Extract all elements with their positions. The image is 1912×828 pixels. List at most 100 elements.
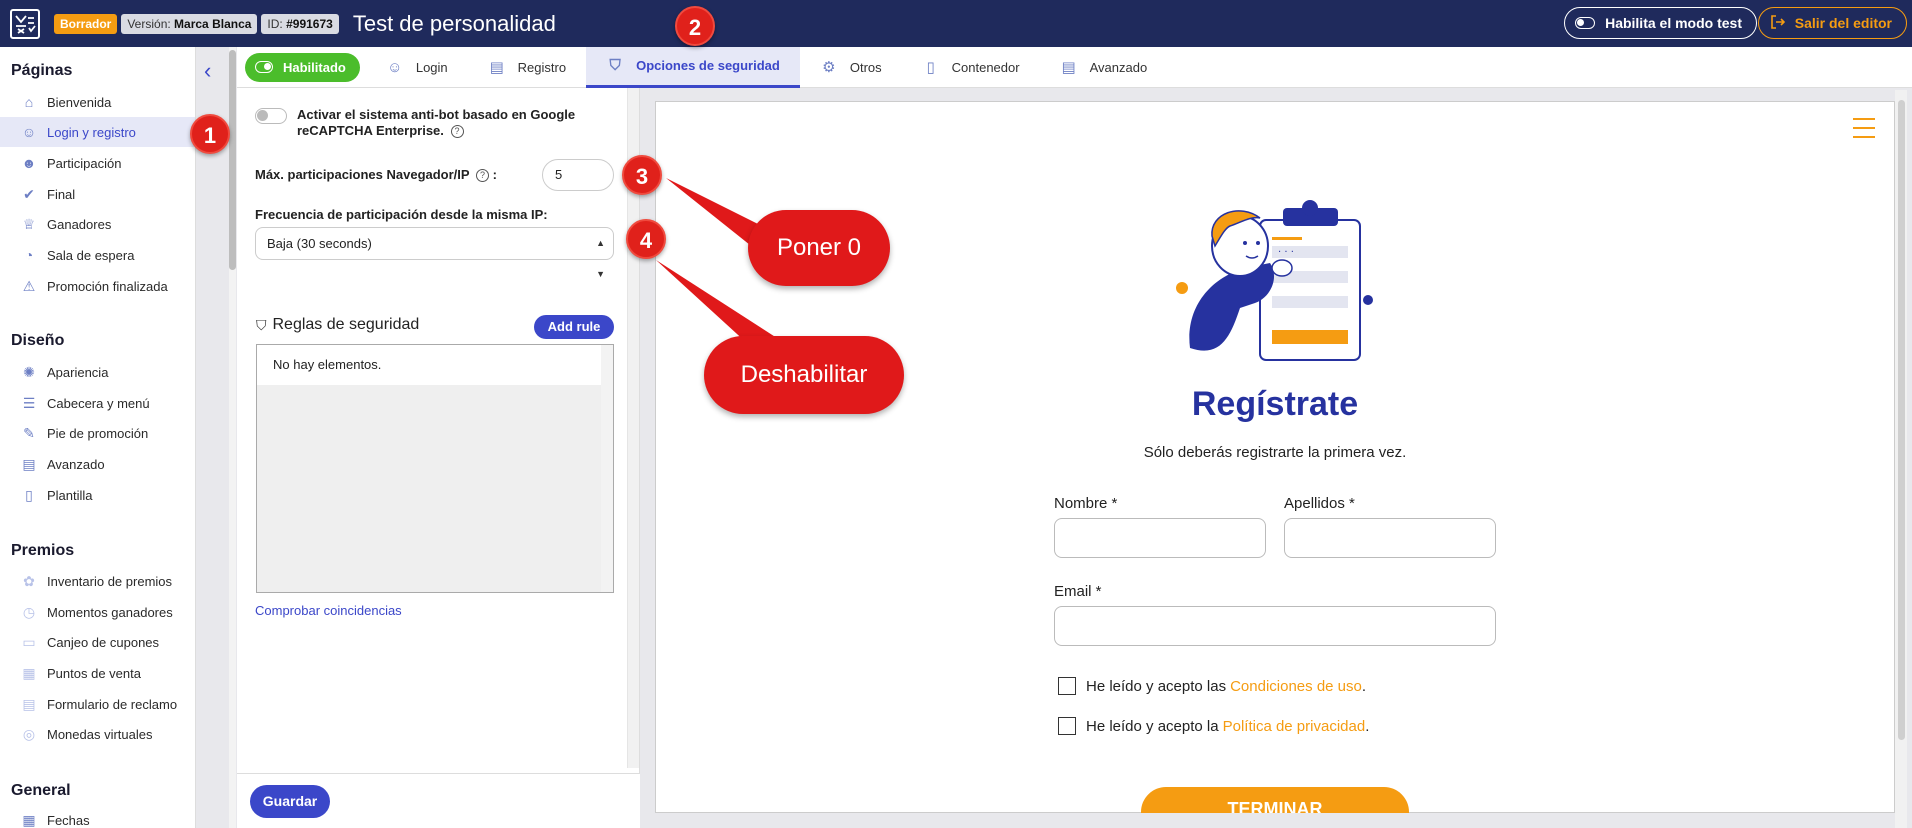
antibot-toggle[interactable] [255, 108, 287, 124]
sidebar-item-label: Canjeo de cupones [47, 634, 160, 650]
participation-icon: ☻ [21, 155, 37, 171]
exit-editor-button[interactable]: Salir del editor [1757, 7, 1907, 39]
sidebar-item-participacion[interactable]: ☻ Participación [0, 148, 195, 178]
exit-icon [1770, 14, 1785, 32]
tab-opciones-seguridad[interactable]: ⛉ Opciones de seguridad [586, 46, 800, 88]
sidebar-item-ganadores[interactable]: ♕ Ganadores [0, 209, 195, 239]
sidebar-item-formulario[interactable]: ▤ Formulario de reclamo [0, 689, 195, 719]
sidebar-section-title: Premios [11, 542, 75, 559]
id-value: #991673 [286, 16, 333, 31]
surname-label: Apellidos * [1284, 495, 1355, 512]
version-badge: Versión: Marca Blanca [121, 13, 258, 34]
sidebar-item-sala-espera[interactable]: ◔ Sala de espera [0, 240, 195, 270]
test-mode-button[interactable]: Habilita el modo test [1564, 7, 1757, 39]
sidebar-item-momentos[interactable]: ◷ Momentos ganadores [0, 597, 195, 627]
sidebar-item-label: Cabecera y menú [47, 395, 150, 411]
sidebar-item-label: Momentos ganadores [47, 604, 173, 620]
tab-otros[interactable]: ⚙ Otros [800, 47, 902, 88]
sidebar-item-final[interactable]: ✔ Final [0, 179, 195, 209]
terms-checkbox[interactable] [1058, 677, 1076, 695]
antibot-label-line2: reCAPTCHA Enterprise. [297, 123, 444, 138]
code-icon: ▤ [1061, 59, 1076, 76]
brush-icon: ✎ [23, 424, 35, 441]
sidebar-section-title: General [11, 782, 71, 799]
sidebar-item-cabecera[interactable]: ☰ Cabecera y menú [0, 388, 195, 418]
privacy-checkbox[interactable] [1058, 717, 1076, 735]
terms-link[interactable]: Condiciones de uso [1230, 678, 1362, 695]
tab-login[interactable]: ☺ Login [366, 47, 468, 88]
sidebar-item-label: Participación [47, 155, 122, 171]
preview-scrollbar-thumb[interactable] [1898, 100, 1905, 740]
sidebar-item-login[interactable]: ☺ Login y registro [0, 117, 195, 147]
gauge-icon: ◔ [24, 247, 34, 263]
sidebar-item-label: Avanzado [47, 456, 105, 472]
coupon-icon: ▭ [22, 633, 36, 650]
top-bar: Borrador Versión: Marca Blanca ID: #9916… [0, 0, 1912, 47]
sidebar-scrollbar-thumb[interactable] [229, 50, 236, 270]
sidebar-item-label: Final [47, 186, 76, 202]
trophy-icon: ♕ [22, 215, 36, 232]
tab-bar: Habilitado ☺ Login ▤ Registro ⛉ Opciones de… [237, 46, 1912, 88]
hamburger-menu-icon[interactable] [1853, 118, 1875, 145]
sidebar: Páginas ⌂ Bienvenida ☺ Login y registro ☻ P… [0, 47, 196, 828]
preview-scrollbar[interactable] [1895, 90, 1907, 828]
sidebar-item-puntos-venta[interactable]: ▦ Puntos de venta [0, 658, 195, 688]
terms-period: . [1361, 677, 1367, 695]
collapse-sidebar-icon[interactable]: ‹ [204, 58, 211, 84]
enabled-label: Habilitado [283, 59, 346, 75]
check-matches-link[interactable]: Comprobar coincidencias [255, 603, 402, 618]
annotation-number-2: 2 [675, 6, 715, 46]
exit-label: Salir del editor [1794, 15, 1892, 31]
sidebar-item-pie[interactable]: ✎ Pie de promoción [0, 418, 195, 448]
sidebar-item-label: Promoción finalizada [47, 278, 168, 294]
security-rules-heading: ⛉ Reglas de seguridad [256, 316, 419, 334]
home-icon: ⌂ [24, 94, 34, 110]
antibot-label: Activar el sistema anti-bot basado en Go… [297, 107, 575, 139]
sidebar-item-fechas[interactable]: ▦ Fechas [0, 805, 195, 828]
privacy-text: He leído y acepto la [1086, 717, 1219, 735]
tab-contenedor[interactable]: ▯ Contenedor [902, 47, 1040, 88]
empty-state-text: No hay elementos. [257, 345, 602, 385]
sidebar-item-plantilla[interactable]: ▯ Plantilla [0, 480, 195, 510]
tab-avanzado[interactable]: ▤ Avanzado [1040, 47, 1168, 88]
svg-text:· · ·: · · · [1278, 247, 1294, 258]
finish-button-clip: TERMINAR [1141, 787, 1409, 813]
security-rules-title: Reglas de seguridad [272, 316, 420, 333]
enabled-toggle[interactable]: Habilitado [245, 52, 360, 82]
tab-registro[interactable]: ▤ Registro [468, 47, 586, 88]
sidebar-item-label: Plantilla [47, 487, 93, 503]
sidebar-item-bienvenida[interactable]: ⌂ Bienvenida [0, 87, 195, 117]
max-participations-label: Máx. participaciones Navegador/IP ? : [255, 167, 497, 183]
security-rules-list: No hay elementos. [256, 344, 614, 593]
id-label: ID: [267, 16, 283, 31]
sidebar-item-avanzado[interactable]: ▤ Avanzado [0, 449, 195, 479]
shield-icon: ⛉ [609, 57, 621, 74]
save-button[interactable]: Guardar [250, 785, 330, 818]
sidebar-item-promocion-finalizada[interactable]: ⚠ Promoción finalizada [0, 271, 195, 301]
sidebar-item-label: Apariencia [47, 364, 109, 380]
help-icon[interactable]: ? [475, 169, 489, 183]
finish-button[interactable]: TERMINAR [1141, 787, 1409, 813]
sidebar-item-inventario[interactable]: ✿ Inventario de premios [0, 566, 195, 596]
max-participations-text: Máx. participaciones Navegador/IP [255, 167, 470, 182]
name-label: Nombre * [1054, 495, 1118, 512]
surname-field[interactable] [1284, 518, 1496, 558]
sidebar-item-canjeo[interactable]: ▭ Canjeo de cupones [0, 627, 195, 657]
form-icon: ▤ [22, 695, 36, 712]
sidebar-item-monedas[interactable]: ◎ Monedas virtuales [0, 719, 195, 749]
sidebar-item-label: Bienvenida [47, 94, 112, 110]
sidebar-item-apariencia[interactable]: ✺ Apariencia [0, 357, 195, 387]
privacy-link[interactable]: Política de privacidad [1223, 718, 1366, 735]
frequency-label: Frecuencia de participación desde la mis… [255, 207, 548, 222]
gift-icon: ✿ [23, 572, 35, 589]
help-icon[interactable]: ? [450, 125, 464, 139]
sidebar-item-label: Sala de espera [47, 247, 135, 263]
form-icon: ▤ [489, 59, 504, 76]
sidebar-item-label: Formulario de reclamo [47, 696, 178, 712]
frequency-value: Baja (30 seconds) [267, 236, 372, 251]
name-field[interactable] [1054, 518, 1266, 558]
app-logo-icon[interactable] [10, 8, 40, 39]
sidebar-item-label: Pie de promoción [47, 425, 149, 441]
frequency-select[interactable]: Baja (30 seconds) ▲ ▼ [255, 227, 614, 279]
email-field[interactable] [1054, 606, 1496, 646]
